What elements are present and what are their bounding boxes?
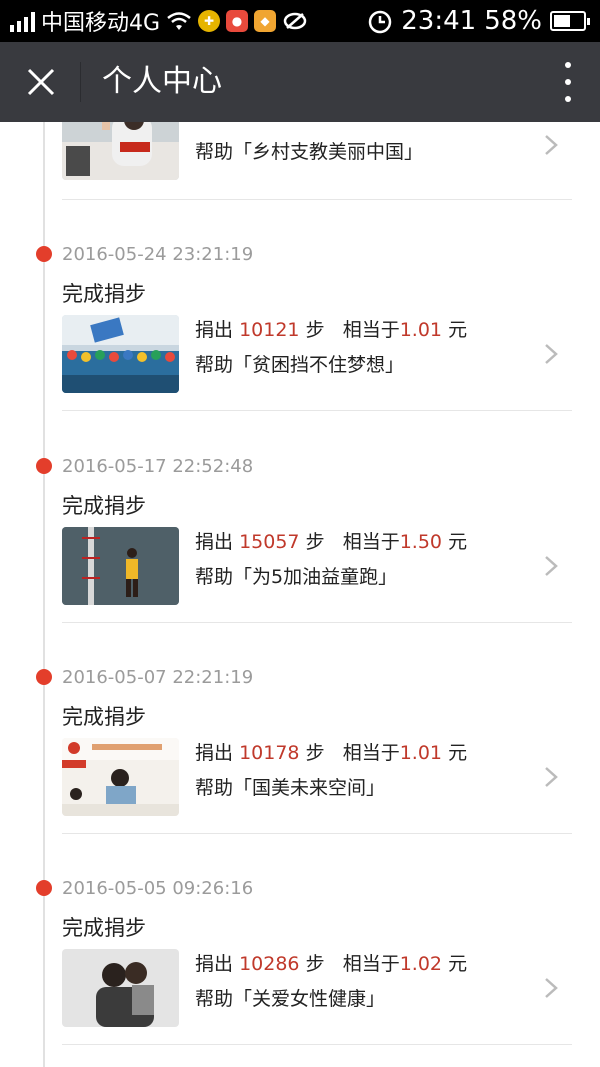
donation-timeline: 帮助「乡村支教美丽中国」 2016-05-24 23:21:19 完成捐步 捐出… (0, 122, 600, 1067)
amount-value: 1.50 (399, 531, 443, 553)
donation-summary: 捐出 10121 步 相当于1.01 元 (195, 319, 468, 341)
project-card-partial[interactable]: 帮助「乡村支教美丽中国」 (0, 122, 600, 200)
project-thumbnail (62, 315, 179, 393)
clock-time: 23:41 (401, 6, 477, 36)
entry-action: 完成捐步 (62, 494, 146, 518)
chevron-right-icon (545, 767, 558, 787)
donation-entry: 2016-05-24 23:21:19 完成捐步 捐出 10121 步 相当于1… (0, 240, 600, 451)
status-bar: 中国移动4G ✚ ● ◆ 23:41 58% (0, 0, 600, 42)
app-notification-icon: ✚ (198, 10, 221, 32)
entry-timestamp: 2016-05-24 23:21:19 (62, 244, 254, 265)
timeline-dot (36, 246, 52, 262)
chevron-right-icon (545, 135, 558, 155)
donation-summary: 捐出 15057 步 相当于1.50 元 (195, 531, 468, 553)
amount-value: 1.01 (399, 319, 443, 341)
amount-value: 1.02 (399, 953, 443, 975)
entry-action: 完成捐步 (62, 916, 146, 940)
donation-summary: 捐出 10286 步 相当于1.02 元 (195, 953, 468, 975)
project-card[interactable]: 捐出 10121 步 相当于1.01 元 帮助「贫困挡不住梦想」 (62, 315, 572, 411)
project-thumbnail (62, 122, 179, 180)
more-vertical-icon (565, 62, 571, 68)
entry-action: 完成捐步 (62, 705, 146, 729)
separator (62, 833, 572, 834)
entry-action: 完成捐步 (62, 282, 146, 306)
title-bar: 个人中心 (0, 42, 600, 122)
project-thumbnail (62, 527, 179, 605)
steps-value: 15057 (239, 531, 300, 553)
timeline-dot (36, 880, 52, 896)
title-divider (80, 62, 81, 102)
battery-icon (550, 11, 590, 31)
separator (62, 410, 572, 411)
separator (62, 1044, 572, 1045)
carrier-label: 中国移动4G (41, 11, 161, 36)
steps-value: 10178 (239, 742, 300, 764)
steps-value: 10121 (239, 319, 300, 341)
wifi-icon (167, 12, 191, 30)
entry-timestamp: 2016-05-07 22:21:19 (62, 667, 254, 688)
project-card[interactable]: 捐出 15057 步 相当于1.50 元 帮助「为5加油益童跑」 (62, 527, 572, 623)
donation-entry: 2016-05-07 22:21:19 完成捐步 捐出 10178 步 相当于1… (0, 663, 600, 874)
project-thumbnail (62, 738, 179, 816)
donation-entry: 2016-05-05 09:26:16 完成捐步 捐出 10286 步 相当于1… (0, 874, 600, 1067)
project-help-label: 帮助「乡村支教美丽中国」 (195, 141, 424, 163)
project-help-label: 帮助「关爱女性健康」 (195, 988, 386, 1010)
page-title: 个人中心 (102, 64, 222, 99)
project-thumbnail (62, 949, 179, 1027)
battery-percent: 58% (484, 6, 542, 36)
entry-timestamp: 2016-05-05 09:26:16 (62, 878, 254, 899)
more-options-button[interactable] (558, 62, 578, 102)
amount-value: 1.01 (399, 742, 443, 764)
chevron-right-icon (545, 344, 558, 364)
separator (62, 622, 572, 623)
message-app-icon: ● (226, 10, 249, 32)
close-icon (27, 68, 55, 96)
chevron-right-icon (545, 556, 558, 576)
project-help-label: 帮助「贫困挡不住梦想」 (195, 354, 405, 376)
separator (62, 199, 572, 200)
sync-icon (283, 12, 307, 30)
timeline-dot (36, 669, 52, 685)
entry-timestamp: 2016-05-17 22:52:48 (62, 456, 254, 477)
project-card[interactable]: 捐出 10286 步 相当于1.02 元 帮助「关爱女性健康」 (62, 949, 572, 1045)
donation-summary: 捐出 10178 步 相当于1.01 元 (195, 742, 468, 764)
project-card[interactable]: 捐出 10178 步 相当于1.01 元 帮助「国美未来空间」 (62, 738, 572, 834)
game-app-icon: ◆ (254, 10, 277, 32)
alarm-icon (369, 10, 392, 34)
signal-strength-icon (10, 10, 35, 32)
project-help-label: 帮助「为5加油益童跑」 (195, 566, 398, 588)
close-button[interactable] (18, 59, 64, 105)
donation-entry: 2016-05-17 22:52:48 完成捐步 捐出 15057 步 相当于1… (0, 452, 600, 663)
project-help-label: 帮助「国美未来空间」 (195, 777, 386, 799)
timeline-dot (36, 458, 52, 474)
chevron-right-icon (545, 978, 558, 998)
steps-value: 10286 (239, 953, 300, 975)
